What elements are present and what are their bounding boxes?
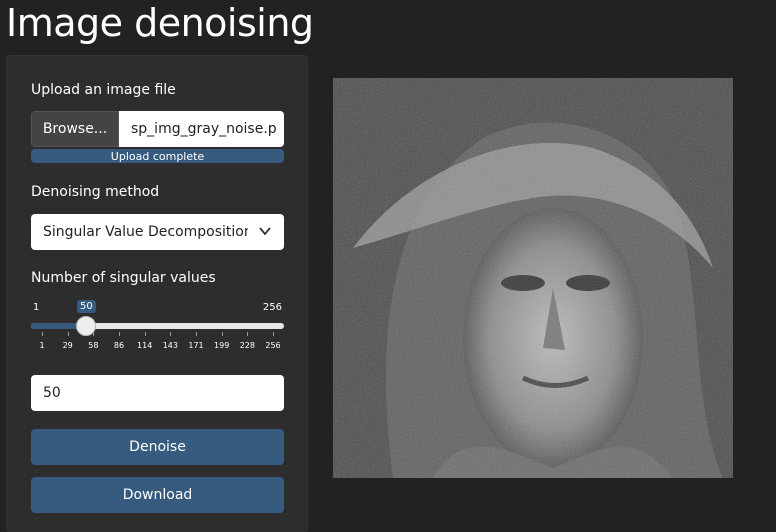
slider-tick: [93, 332, 95, 336]
slider-tick: [170, 332, 172, 336]
browse-button[interactable]: Browse...: [31, 111, 119, 147]
upload-progress-bar: Upload complete: [31, 149, 284, 163]
slider-tick-label: 86: [113, 341, 125, 350]
slider-tick-label: 1: [39, 341, 45, 350]
file-upload[interactable]: Browse... sp_img_gray_noise.p: [31, 111, 284, 147]
slider-tick-label: 228: [239, 341, 255, 350]
slider-tick-label: 171: [188, 341, 204, 350]
singular-values-input[interactable]: 50: [31, 375, 284, 411]
slider-tick: [247, 332, 249, 336]
file-name-field: sp_img_gray_noise.p: [119, 111, 284, 147]
slider-max-label: 256: [262, 302, 282, 313]
chevron-down-icon: [259, 227, 271, 236]
slider-tick-label: 114: [137, 341, 153, 350]
slider-tick-label: 256: [265, 341, 281, 350]
slider-tick: [144, 332, 146, 336]
slider-track[interactable]: [31, 323, 284, 329]
slider-value-bubble: 50: [77, 300, 96, 313]
denoise-button[interactable]: Denoise: [31, 429, 284, 465]
slider-tick: [221, 332, 223, 336]
sidebar-panel: Upload an image file Browse... sp_img_gr…: [6, 55, 308, 532]
slider-tick-label: 58: [88, 341, 99, 350]
method-select[interactable]: Singular Value Decomposition: [31, 214, 284, 250]
download-button[interactable]: Download: [31, 477, 284, 513]
slider-tick: [67, 332, 69, 336]
slider-min-label: 1: [33, 302, 40, 313]
upload-label: Upload an image file: [31, 82, 176, 98]
slider-tick-label: 199: [214, 341, 230, 350]
slider-tick-label: 143: [162, 341, 178, 350]
singular-values-label: Number of singular values: [31, 270, 216, 286]
portrait-image: [333, 78, 733, 478]
method-selected-value: Singular Value Decomposition: [43, 224, 248, 240]
slider-tick: [42, 332, 43, 336]
slider-tick: [119, 332, 120, 336]
method-label: Denoising method: [31, 184, 160, 200]
slider-tick: [273, 332, 274, 336]
upload-progress-text: Upload complete: [110, 149, 205, 163]
slider-ticks: 1 29 58 86 114 143 171 199 228 256: [31, 332, 284, 350]
slider-tick-label: 29: [62, 341, 73, 350]
slider-tick: [196, 332, 197, 336]
singular-values-slider[interactable]: 1 50 256 1 29 58 86 114 143 171 199 228 256: [31, 296, 284, 356]
page-title: Image denoising: [6, 1, 314, 45]
denoised-image: [333, 78, 733, 478]
